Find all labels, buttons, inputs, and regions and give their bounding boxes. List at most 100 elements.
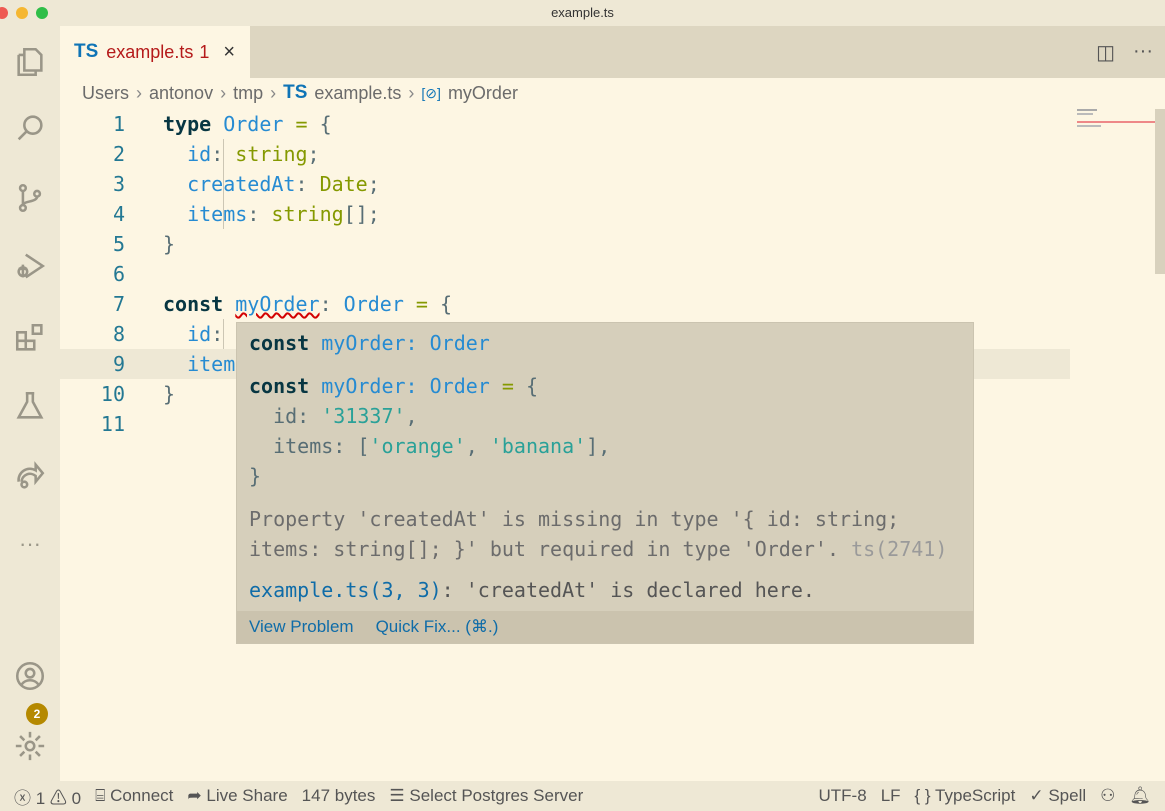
search-icon[interactable] [0,104,60,152]
code-token: const [249,331,310,355]
scrollbar[interactable] [1155,109,1165,274]
encoding-status[interactable]: UTF-8 [819,786,867,806]
notifications-bell-icon[interactable]: 🔔︎ [1129,786,1151,806]
variable-symbol-icon: [⊘] [421,84,441,101]
code-token: items [187,202,248,226]
breadcrumb-item[interactable]: Users [82,83,129,104]
code-token: myOrder: Order [321,331,490,355]
postgres-status[interactable]: ☰ Select Postgres Server [389,786,583,806]
code-line[interactable]: 6 [60,259,1070,289]
code-token: item [187,352,236,376]
code-token: , [405,404,418,428]
hover-code-line: items: ['orange', 'banana'], [249,434,610,458]
activity-bar: ··· 2 [0,26,60,781]
code-token: items: [ [249,434,370,458]
close-tab-icon[interactable]: × [223,41,235,64]
hover-code-line: const myOrder: Order = { [249,374,538,398]
code-line[interactable]: 3 createdAt: Date; [60,169,1070,199]
code-token: id [187,142,212,166]
testing-icon[interactable] [0,382,60,430]
code-token: Order [343,292,404,316]
spell-status[interactable]: ✓ Spell [1029,786,1086,806]
language-status[interactable]: { } TypeScript [915,786,1016,806]
code-line[interactable]: 4 items: string[]; [60,199,1070,229]
breadcrumb-item[interactable]: tmp [233,83,263,104]
code-line[interactable]: 5} [60,229,1070,259]
code-token: } [163,382,176,406]
minimize-window-button[interactable] [16,7,28,19]
accounts-icon[interactable] [0,652,60,700]
feedback-icon[interactable]: ⚇ [1100,786,1115,806]
typescript-file-icon: TS [74,41,99,62]
source-control-icon[interactable] [0,174,60,222]
code-token: 'banana' [489,434,587,458]
code-token: id: [249,404,322,428]
code-token: , [465,434,490,458]
check-icon: ✓ [1029,786,1044,805]
live-share-icon[interactable] [0,452,60,500]
code-token: type [163,112,212,136]
quick-fix-link[interactable]: Quick Fix... (⌘.) [376,617,499,637]
code-token: Date [319,172,368,196]
code-token: : [319,292,344,316]
problems-status[interactable]: ⓧ 1 ⚠ 0 [14,784,81,809]
explorer-icon[interactable] [0,38,60,86]
minimap[interactable] [1077,109,1155,129]
code-line[interactable]: 7 const myOrder: Order = { [60,289,1070,319]
error-code: ts(2741) [851,537,948,561]
split-editor-icon[interactable]: ◫ [1096,40,1115,65]
live-share-status[interactable]: ➦ Live Share [187,786,287,806]
breadcrumb-item[interactable]: example.ts [314,83,401,104]
code-token: id [187,322,212,346]
more-actions-icon[interactable]: ··· [1133,40,1153,65]
code-token: { [427,292,453,316]
code-line[interactable]: 1 type Order = { [60,109,1070,139]
code-token: { [513,374,539,398]
code-token: ; [307,142,320,166]
line-number: 1 [112,112,125,136]
maximize-window-button[interactable] [36,7,48,19]
code-line[interactable]: 2 id: string; [60,139,1070,169]
related-info: example.ts(3, 3): 'createdAt' is declare… [249,578,815,602]
hover-code-line: const myOrder: Order [249,331,490,355]
hover-actions: View Problem Quick Fix... (⌘.) [237,611,973,643]
code-token: '31337' [321,404,406,428]
extensions-icon[interactable] [0,314,60,362]
eol-status[interactable]: LF [881,786,901,806]
code-token: createdAt [187,172,296,196]
database-icon: ⌸ [95,786,106,805]
breadcrumb-item[interactable]: myOrder [448,83,518,104]
code-token: myOrder: Order [321,374,490,398]
close-window-button[interactable] [0,7,8,19]
line-number: 2 [112,142,125,166]
tab-example-ts[interactable]: TS example.ts 1 × [60,26,250,78]
code-token: 'orange' [369,434,466,458]
code-token: ; [367,172,380,196]
breadcrumb: Users › antonov › tmp › TS example.ts › [⊘] … [82,82,518,104]
run-debug-icon[interactable] [0,242,60,290]
code-token: { [307,112,332,136]
line-number: 6 [112,262,125,286]
braces-icon: { } [914,786,931,805]
more-icon[interactable]: ··· [0,520,60,568]
line-number: 11 [100,412,125,436]
code-token: const [163,292,224,316]
tab-problem-count: 1 [199,41,210,62]
related-location-link[interactable]: example.ts(3, 3) [249,578,442,602]
line-number: 4 [112,202,125,226]
code-token: = [415,292,428,316]
settings-gear-icon[interactable] [0,722,60,770]
view-problem-link[interactable]: View Problem [249,617,354,637]
connect-status[interactable]: ⌸ Connect [95,786,173,806]
breadcrumb-item[interactable]: antonov [149,83,213,104]
